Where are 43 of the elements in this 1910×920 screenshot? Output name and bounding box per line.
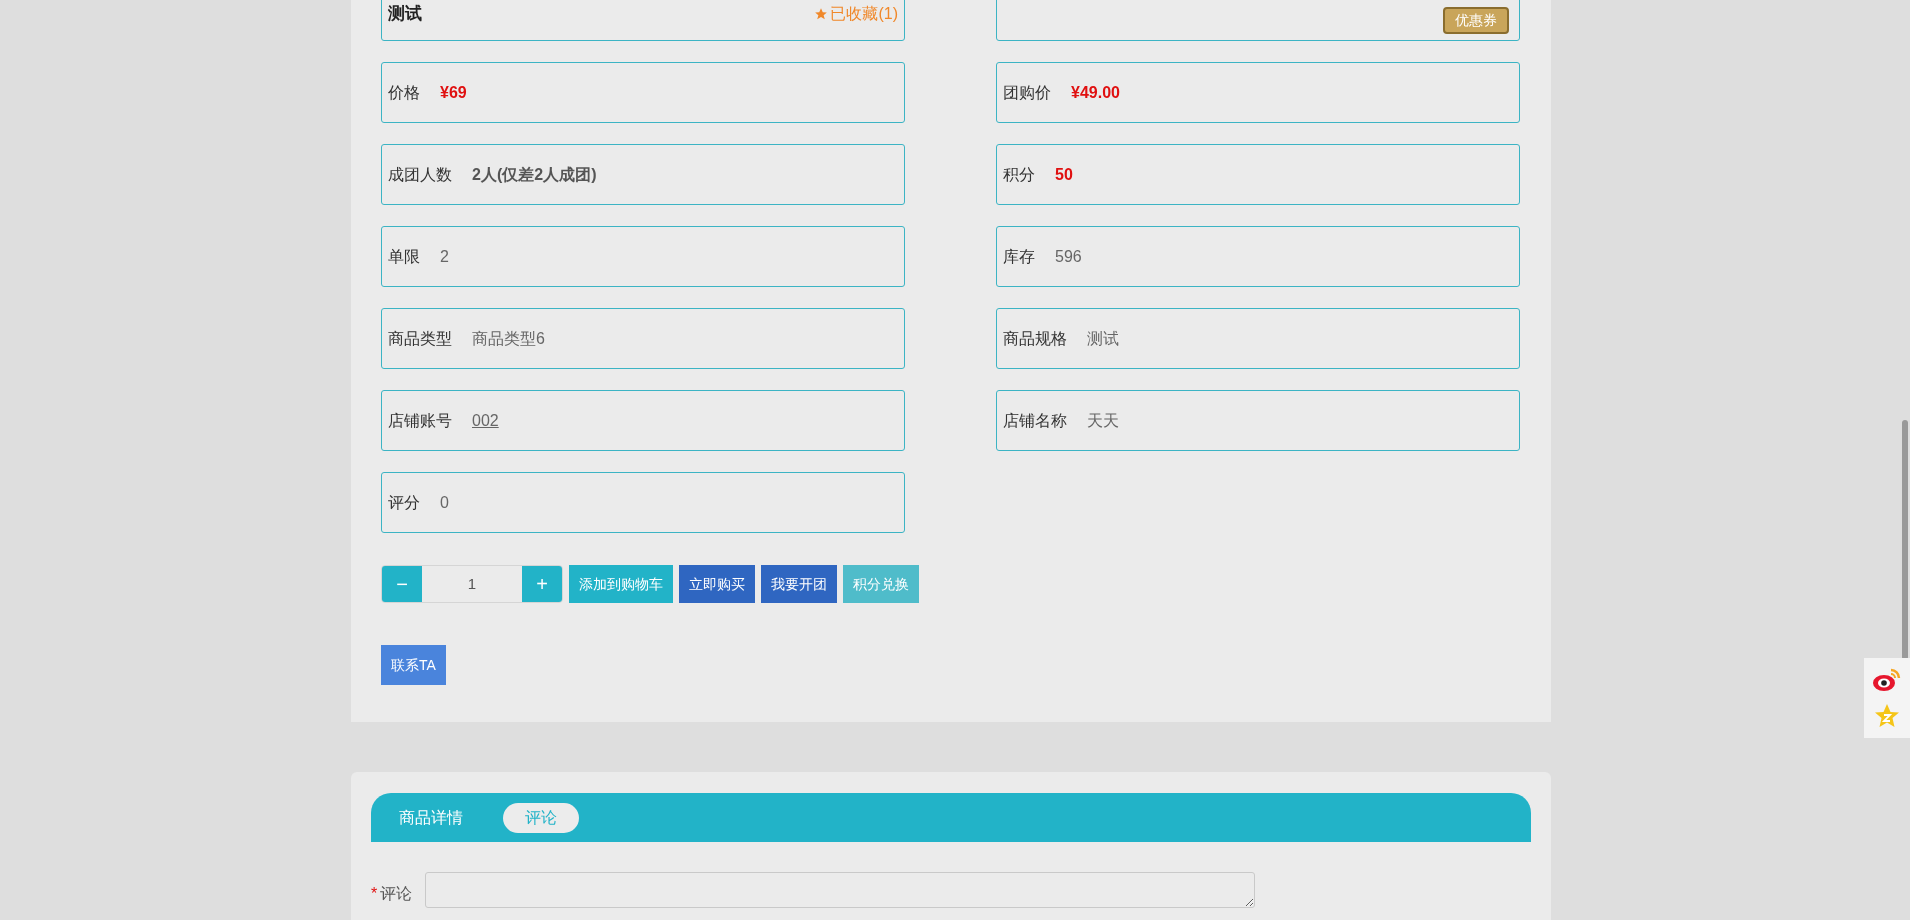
field-label: 店铺账号 [388, 410, 452, 431]
action-button[interactable]: 添加到购物车 [569, 565, 673, 603]
tab[interactable]: 商品详情 [389, 802, 473, 833]
favorite-count: 已收藏(1) [830, 4, 898, 24]
contact-button[interactable]: 联系TA [381, 645, 446, 685]
field-value: 天天 [1087, 410, 1119, 431]
field-value: 596 [1055, 246, 1082, 267]
field-label: 成团人数 [388, 164, 452, 185]
comment-label: 评论 [380, 885, 413, 902]
field-label: 积分 [1003, 164, 1035, 185]
field-label: 团购价 [1003, 82, 1051, 103]
field-value: 商品类型6 [472, 328, 545, 349]
weibo-icon[interactable] [1872, 667, 1902, 693]
store-account-link[interactable]: 002 [472, 408, 499, 433]
action-button[interactable]: 我要开团 [761, 565, 837, 603]
plus-button[interactable]: + [522, 566, 562, 602]
scrollbar-thumb[interactable] [1902, 420, 1908, 660]
quantity-stepper[interactable]: − 1 + [381, 565, 563, 603]
field-value: ¥49.00 [1071, 82, 1120, 103]
field-label: 单限 [388, 246, 420, 267]
action-button[interactable]: 积分兑换 [843, 565, 919, 603]
product-title: 测试 [388, 2, 422, 25]
comment-field[interactable] [425, 872, 1255, 908]
field-label: 商品类型 [388, 328, 452, 349]
field-value: 0 [440, 492, 449, 513]
field-value: 50 [1055, 164, 1073, 185]
favorite-link[interactable]: 已收藏(1) [814, 2, 898, 26]
action-button[interactable]: 立即购买 [679, 565, 755, 603]
field-label: 店铺名称 [1003, 410, 1067, 431]
field-label: 商品规格 [1003, 328, 1067, 349]
field-value: 2人(仅差2人成团) [472, 164, 597, 185]
coupon-tag[interactable]: 优惠券 [1443, 7, 1509, 34]
field-label: 评分 [388, 492, 420, 513]
tab[interactable]: 评论 [503, 802, 579, 833]
minus-button[interactable]: − [382, 566, 422, 602]
required-mark: * [371, 885, 378, 902]
field-label: 库存 [1003, 246, 1035, 267]
field-value: 2 [440, 246, 449, 267]
field-value: ¥69 [440, 82, 467, 103]
star-icon [814, 7, 829, 21]
star-icon[interactable] [1874, 703, 1900, 729]
field-value: 测试 [1087, 328, 1119, 349]
field-label: 价格 [388, 82, 420, 103]
